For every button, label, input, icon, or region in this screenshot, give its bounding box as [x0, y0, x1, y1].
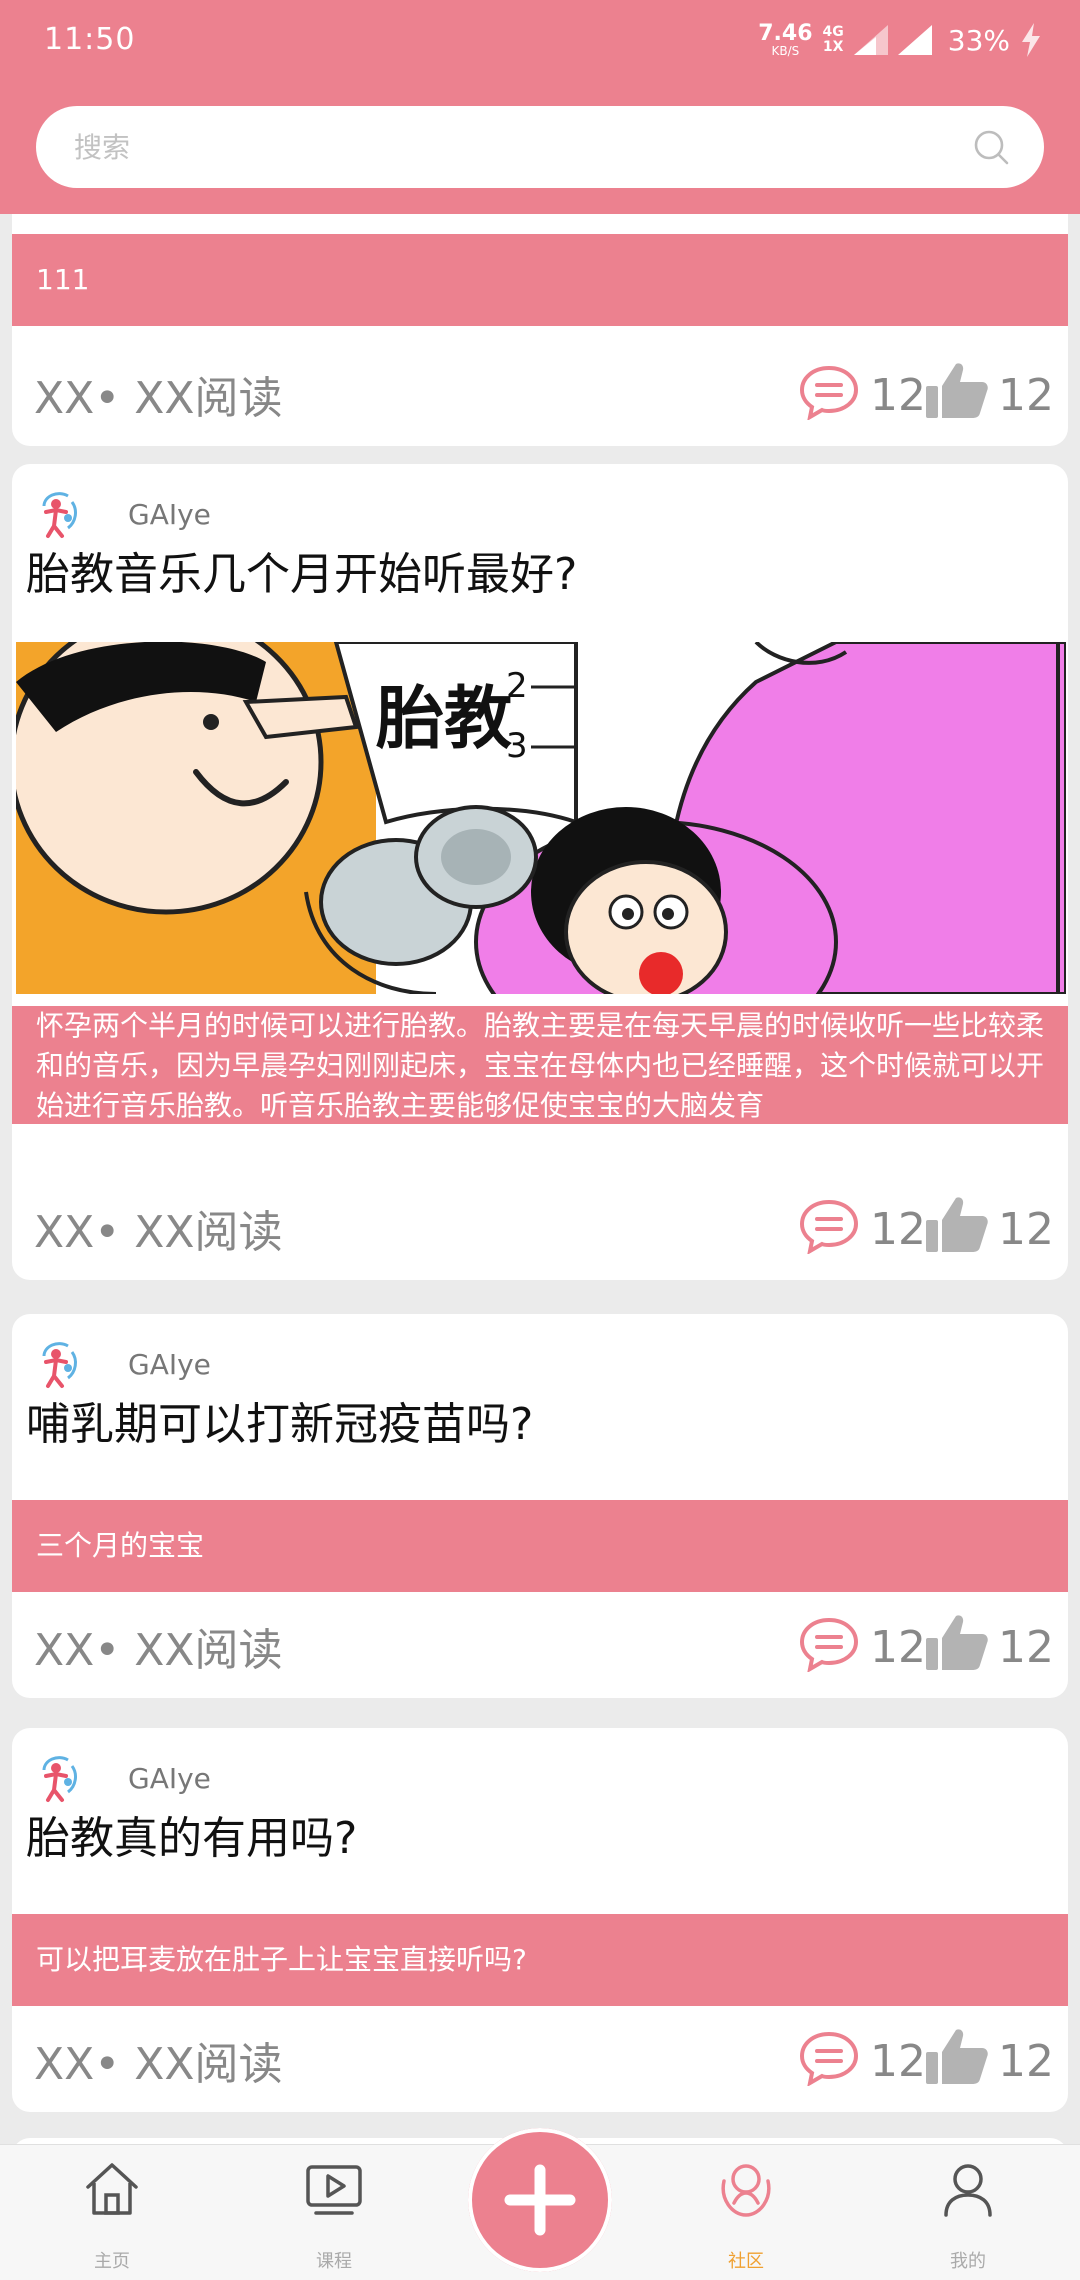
- app-header: 11:50 7.46 KB/S 4G 1X 33%: [0, 0, 1080, 214]
- post-excerpt: 可以把耳麦放在肚子上让宝宝直接听吗?: [12, 1914, 1068, 2006]
- post-meta: XX• XX阅读 12 12: [12, 2006, 1068, 2112]
- tab-label: 社区: [728, 2251, 764, 2272]
- thumbs-up-icon[interactable]: [924, 2026, 990, 2086]
- search-input[interactable]: [74, 106, 954, 188]
- play-icon: [306, 2165, 362, 2215]
- image-number: 3: [506, 726, 528, 766]
- status-indicators: 7.46 KB/S 4G 1X 33%: [758, 18, 1042, 62]
- thumbs-up-icon[interactable]: [924, 1194, 990, 1254]
- post-excerpt: 怀孕两个半月的时候可以进行胎教。胎教主要是在每天早晨的时候收听一些比较柔和的音乐…: [12, 1006, 1068, 1124]
- community-icon: [721, 2164, 771, 2217]
- post-card[interactable]: GAIye 胎教音乐几个月开始听最好? 胎教 2 3 怀孕两个半月的时候可以进行…: [12, 464, 1068, 1280]
- comment-icon[interactable]: [798, 364, 860, 420]
- network-speed-unit: KB/S: [771, 44, 800, 58]
- post-meta: XX• XX阅读 12 12: [12, 340, 1068, 446]
- signal-icon: [853, 25, 888, 55]
- like-count: 12: [998, 1204, 1054, 1255]
- post-title[interactable]: 胎教真的有用吗?: [26, 1802, 357, 1866]
- post-feed[interactable]: 111 XX• XX阅读 12 12 GAIye 胎教音乐几个月开始听最好? 胎…: [0, 214, 1080, 2144]
- comment-icon[interactable]: [798, 2030, 860, 2086]
- read-count: XX• XX阅读: [34, 373, 283, 424]
- tab-community[interactable]: 社区: [676, 2145, 816, 2280]
- like-count: 12: [998, 1622, 1054, 1673]
- author-logo-icon: [42, 492, 77, 538]
- tab-courses[interactable]: 课程: [264, 2145, 404, 2280]
- author-name: GAIye: [128, 1761, 211, 1795]
- battery-percent: 33%: [947, 23, 1010, 57]
- create-post-button[interactable]: [468, 2128, 612, 2272]
- author-logo-icon: [42, 1342, 77, 1388]
- like-count: 12: [998, 370, 1054, 421]
- post-excerpt: 111: [12, 234, 1068, 326]
- read-count: XX• XX阅读: [34, 1625, 283, 1676]
- tab-home[interactable]: 主页: [42, 2145, 182, 2280]
- charging-icon: [1022, 23, 1040, 57]
- profile-icon: [944, 2164, 992, 2217]
- thumbs-up-icon[interactable]: [924, 360, 990, 420]
- network-speed-value: 7.46: [758, 21, 813, 46]
- network-type: 4G 1X: [822, 23, 844, 56]
- signal-icon: [897, 25, 932, 55]
- network-type-top: 4G: [822, 23, 844, 40]
- tab-label: 我的: [950, 2251, 986, 2272]
- comment-icon[interactable]: [798, 1616, 860, 1672]
- tab-profile[interactable]: 我的: [898, 2145, 1038, 2280]
- plus-icon: [504, 2164, 576, 2236]
- post-excerpt: 三个月的宝宝: [12, 1500, 1068, 1592]
- post-card[interactable]: GAIye 胎教真的有用吗? 可以把耳麦放在肚子上让宝宝直接听吗? XX• XX…: [12, 1728, 1068, 2112]
- post-title[interactable]: 哺乳期可以打新冠疫苗吗?: [26, 1388, 533, 1452]
- author-name: GAIye: [128, 497, 211, 531]
- like-count: 12: [998, 2036, 1054, 2087]
- home-icon: [86, 2163, 138, 2215]
- post-card[interactable]: GAIye 哺乳期可以打新冠疫苗吗? 三个月的宝宝 XX• XX阅读 12 12: [12, 1314, 1068, 1698]
- post-title[interactable]: 胎教音乐几个月开始听最好?: [26, 538, 577, 602]
- image-number: 2: [506, 666, 528, 706]
- read-count: XX• XX阅读: [34, 2039, 283, 2090]
- author-logo-icon: [42, 1756, 77, 1802]
- post-meta: XX• XX阅读 12 12: [12, 1174, 1068, 1280]
- comment-count: 12: [870, 1204, 926, 1255]
- comment-count: 12: [870, 2036, 926, 2087]
- tab-label: 主页: [94, 2251, 130, 2272]
- comment-count: 12: [870, 370, 926, 421]
- post-author[interactable]: GAIye: [32, 484, 211, 544]
- post-author[interactable]: GAIye: [32, 1334, 211, 1394]
- post-author[interactable]: GAIye: [32, 1748, 211, 1808]
- search-bar[interactable]: [36, 106, 1044, 188]
- thumbs-up-icon[interactable]: [924, 1612, 990, 1672]
- read-count: XX• XX阅读: [34, 1207, 283, 1258]
- network-type-bottom: 1X: [822, 39, 844, 55]
- author-name: GAIye: [128, 1347, 211, 1381]
- post-excerpt-text: 怀孕两个半月的时候可以进行胎教。胎教主要是在每天早晨的时候收听一些比较柔和的音乐…: [36, 1009, 1044, 1122]
- comment-count: 12: [870, 1622, 926, 1673]
- post-excerpt-text: 111: [36, 263, 90, 296]
- tab-label: 课程: [316, 2251, 352, 2272]
- status-bar: 11:50 7.46 KB/S 4G 1X 33%: [0, 0, 1080, 84]
- post-card[interactable]: 111 XX• XX阅读 12 12: [12, 214, 1068, 446]
- status-time: 11:50: [44, 22, 136, 57]
- image-text: 胎教: [376, 680, 512, 759]
- post-excerpt-text: 三个月的宝宝: [36, 1529, 205, 1562]
- network-speed: 7.46 KB/S: [758, 21, 813, 58]
- comment-icon[interactable]: [798, 1198, 860, 1254]
- post-meta: XX• XX阅读 12 12: [12, 1592, 1068, 1698]
- post-image[interactable]: 胎教 2 3: [16, 642, 1066, 994]
- post-excerpt-text: 可以把耳麦放在肚子上让宝宝直接听吗?: [36, 1943, 527, 1976]
- search-icon[interactable]: [972, 128, 1010, 166]
